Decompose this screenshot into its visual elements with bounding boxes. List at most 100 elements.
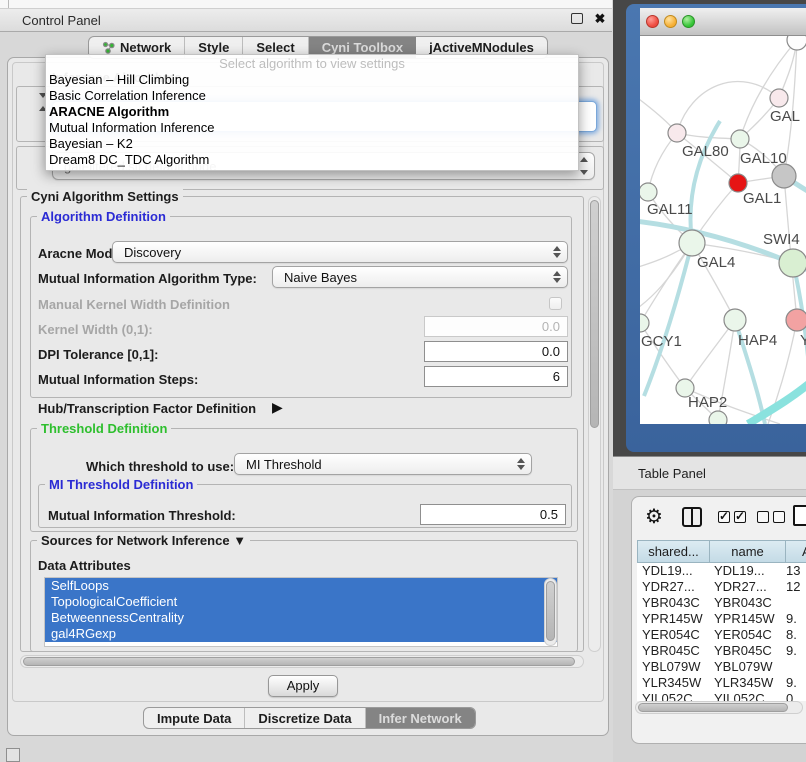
settings-vertical-scrollbar[interactable] (588, 196, 601, 652)
algorithm-dropdown-popup: Select algorithm to view settings Bayesi… (45, 54, 579, 171)
table-row[interactable]: YBR045CYBR045C9. (637, 643, 806, 659)
scrollbar-thumb[interactable] (23, 657, 575, 666)
column-header-clipped[interactable]: A (786, 540, 806, 563)
table-row[interactable]: YPR145WYPR145W9. (637, 611, 806, 627)
mi-threshold-field[interactable]: 0.5 (420, 504, 566, 525)
column-header-name[interactable]: name (710, 540, 786, 563)
node-gal80[interactable] (668, 124, 686, 142)
cell: YBL079W (710, 659, 786, 675)
attribute-list-scrollbar[interactable] (544, 578, 557, 646)
dropdown-item[interactable]: Dream8 DC_TDC Algorithm (49, 152, 575, 168)
tab-infer-network[interactable]: Infer Network (366, 708, 475, 728)
table-row[interactable]: YDR27...YDR27...12 (637, 579, 806, 595)
manual-kernel-width-checkbox[interactable] (549, 297, 562, 310)
network-window-titlebar[interactable] (640, 8, 806, 36)
close-icon[interactable]: ✖ (591, 8, 609, 28)
table-row[interactable]: YBR043CYBR043C (637, 595, 806, 611)
collapse-arrow-icon[interactable]: ▼ (233, 533, 246, 548)
mi-steps-field[interactable]: 6 (424, 366, 568, 387)
node-gal11[interactable] (640, 183, 657, 201)
app-root: Control Panel ✖ Network Style Select Cyn… (0, 0, 806, 762)
float-panel-icon[interactable] (571, 13, 583, 24)
tab-discretize-data[interactable]: Discretize Data (245, 708, 365, 728)
kernel-width-field[interactable]: 0.0 (424, 316, 568, 337)
list-item[interactable]: BetweennessCentrality (45, 610, 557, 626)
split-columns-icon[interactable] (682, 507, 702, 527)
node-unlabeled-bottom[interactable] (709, 411, 727, 424)
window-edge-line (8, 0, 9, 8)
dropdown-item[interactable]: Mutual Information Inference (49, 120, 575, 136)
aracne-mode-value: Discovery (113, 245, 549, 260)
dpi-tolerance-field[interactable]: 0.0 (424, 341, 568, 362)
docked-panel-icon[interactable] (6, 748, 20, 762)
cell: YDR27... (637, 579, 710, 595)
nodes[interactable] (640, 36, 806, 424)
table-panel-title: Table Panel (638, 457, 706, 490)
settings-horizontal-scrollbar[interactable] (20, 655, 584, 668)
table-row[interactable]: YBL079WYBL079W (637, 659, 806, 675)
network-graph: GAL GAL80 GAL10 GAL1 GAL11 SWI4 GAL4 GCY… (640, 36, 806, 424)
scrollbar-thumb[interactable] (638, 703, 788, 712)
tab-label: Cyni Toolbox (322, 40, 403, 55)
list-item[interactable]: SelfLoops (45, 578, 557, 594)
dropdown-item[interactable]: Basic Correlation Inference (49, 88, 575, 104)
select-all-icon[interactable] (718, 511, 730, 523)
scrollbar-thumb[interactable] (546, 581, 555, 641)
tab-impute-data[interactable]: Impute Data (144, 708, 245, 728)
table-row[interactable]: YDL19...YDL19...13 (637, 563, 806, 579)
deselect-all-icon[interactable] (757, 511, 769, 523)
node-gal10[interactable] (731, 130, 749, 148)
node-gal4[interactable] (679, 230, 705, 256)
node-label: GAL80 (682, 143, 729, 160)
dropdown-hint: Select algorithm to view settings (46, 56, 578, 71)
cell: 0 (786, 691, 806, 701)
table-row[interactable]: YER054CYER054C8. (637, 627, 806, 643)
expand-arrow-icon[interactable]: ▶ (272, 399, 283, 416)
dropdown-item-selected[interactable]: ARACNE Algorithm (49, 104, 575, 120)
node-hap4[interactable] (724, 309, 746, 331)
dropdown-item[interactable]: Bayesian – Hill Climbing (49, 72, 575, 88)
group-title: Algorithm Definition (37, 209, 170, 224)
cell: 9. (786, 611, 806, 627)
cell: YIL052C (637, 691, 710, 701)
close-window-icon[interactable] (646, 15, 659, 28)
list-item[interactable]: TopologicalCoefficient (45, 594, 557, 610)
node-salmon[interactable] (786, 309, 806, 331)
table-row[interactable]: YLR345WYLR345W9. (637, 675, 806, 691)
table-panel-titlebar: Table Panel (613, 456, 806, 490)
cell: YER054C (710, 627, 786, 643)
table-horizontal-scrollbar[interactable] (635, 701, 803, 714)
network-canvas[interactable]: GAL GAL80 GAL10 GAL1 GAL11 SWI4 GAL4 GCY… (640, 36, 806, 424)
node-unlabeled-gray[interactable] (772, 164, 796, 188)
aracne-mode-combobox[interactable]: Discovery (112, 241, 568, 263)
cell: YER054C (637, 627, 710, 643)
column-header-shared-name[interactable]: shared... (637, 540, 710, 563)
node-label: GAL10 (740, 150, 787, 167)
cell: 12 (786, 579, 806, 595)
node-gcy1[interactable] (640, 314, 649, 332)
node-label: SWI4 (763, 231, 800, 248)
dropdown-item[interactable]: Bayesian – K2 (49, 136, 575, 152)
cell: YDL19... (710, 563, 786, 579)
cell: YBR043C (710, 595, 786, 611)
node-swi4[interactable] (779, 249, 806, 277)
cell: YPR145W (710, 611, 786, 627)
node-gal-cut[interactable] (770, 89, 788, 107)
select-all-icon-2[interactable] (734, 511, 746, 523)
which-threshold-combobox[interactable]: MI Threshold (234, 453, 532, 475)
group-title: Sources for Network Inference ▼ (37, 533, 250, 548)
apply-button[interactable]: Apply (268, 675, 338, 697)
minimize-window-icon[interactable] (664, 15, 677, 28)
which-threshold-label: Which threshold to use: (86, 459, 234, 474)
mi-threshold-label: Mutual Information Threshold: (48, 508, 236, 523)
zoom-window-icon[interactable] (682, 15, 695, 28)
cell: YBR045C (710, 643, 786, 659)
list-item[interactable]: gal4RGexp (45, 626, 557, 642)
mi-algorithm-type-combobox[interactable]: Naive Bayes (272, 266, 568, 288)
cell: 13 (786, 563, 806, 579)
gear-icon[interactable]: ⚙ (645, 504, 663, 529)
table-row[interactable]: YIL052CYIL052C0 (637, 691, 806, 701)
new-table-icon[interactable] (793, 505, 806, 526)
scrollbar-thumb[interactable] (590, 200, 599, 428)
deselect-all-icon-2[interactable] (773, 511, 785, 523)
